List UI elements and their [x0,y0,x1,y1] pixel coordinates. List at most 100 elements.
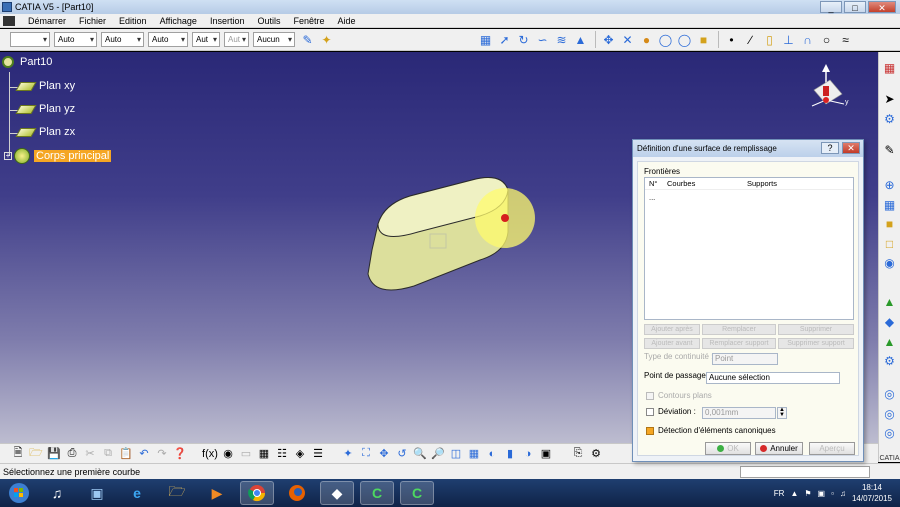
menu-fichier[interactable]: Fichier [79,16,106,26]
rib-icon[interactable]: ◆ [882,314,898,330]
pocket-icon[interactable]: □ [882,236,898,252]
document-icon[interactable] [3,15,15,26]
revolve-icon[interactable]: ↻ [515,31,532,48]
expand-toggle[interactable]: + [4,152,12,160]
hide-show-icon[interactable]: ▮ [502,446,518,462]
pad-icon[interactable]: ■ [882,216,898,232]
sketch-icon[interactable]: ✎ [882,142,898,158]
undo-icon[interactable]: ↶ [136,446,152,462]
volume-icon[interactable]: ♫ [840,489,846,498]
cancel-button[interactable]: Annuler [755,442,803,455]
knowledge-icon[interactable]: ◉ [220,446,236,462]
extract-icon[interactable]: ◯ [676,31,693,48]
menu-affichage[interactable]: Affichage [160,16,197,26]
offset-icon[interactable]: ≋ [553,31,570,48]
join-icon[interactable]: ✥ [600,31,617,48]
sweep-icon[interactable]: ∽ [534,31,551,48]
ruler-icon[interactable]: ▭ [238,446,254,462]
grid-icon[interactable]: ▦ [882,197,898,213]
replace-support-button[interactable]: Remplacer support [702,338,776,349]
tray-arrow-icon[interactable]: ▲ [790,489,798,498]
point-icon[interactable]: • [723,31,740,48]
replace-button[interactable]: Remplacer [702,324,776,335]
redo-icon[interactable]: ↷ [154,446,170,462]
maximize-button[interactable]: □ [844,1,866,13]
intersection-icon[interactable]: ∩ [799,31,816,48]
part-3d-shape[interactable] [360,174,540,302]
fly-icon[interactable]: ✦ [340,446,356,462]
delete-button[interactable]: Supprimer [778,324,854,335]
groove-icon[interactable]: ▲ [882,334,898,350]
network-icon[interactable]: ▫ [831,489,834,498]
tree-plane-yz[interactable]: Plan yz [15,103,75,115]
print-icon[interactable]: ⎙ [64,446,80,462]
clock[interactable]: 18:14 14/07/2015 [852,482,892,504]
menu-outils[interactable]: Outils [257,16,280,26]
add-before-button[interactable]: Ajouter avant [644,338,700,349]
axis-icon[interactable]: ⊕ [882,177,898,193]
pan-icon[interactable]: ✥ [376,446,392,462]
projection-icon[interactable]: ⊥ [780,31,797,48]
normal-view-icon[interactable]: ◫ [448,446,464,462]
tree-root[interactable]: Part10 [2,56,52,68]
monitor-icon[interactable]: ▣ [818,489,826,498]
command-input[interactable] [740,466,870,478]
snapshot-icon[interactable]: ⎘ [570,446,586,462]
media-app-icon[interactable]: ♫ [40,481,74,505]
workbench-icon[interactable]: ▦ [882,60,898,76]
sketcher-icon[interactable]: ▦ [477,31,494,48]
chrome-icon[interactable] [240,481,274,505]
tools-icon[interactable]: ⚙ [882,111,898,127]
whats-this-icon[interactable]: ❓ [172,446,188,462]
ok-button[interactable]: OK [705,442,751,455]
save-icon[interactable]: 💾 [46,446,62,462]
internet-explorer-icon[interactable]: e [120,481,154,505]
deviation-spinner[interactable]: ▲ ▼ [777,407,787,419]
flag-icon[interactable]: ⚑ [804,489,811,498]
close-button[interactable]: ✕ [868,1,896,13]
menu-insertion[interactable]: Insertion [210,16,245,26]
layer-combo-disabled[interactable]: Aut [224,32,249,47]
draft-icon[interactable]: ◎ [882,426,898,442]
formula-icon[interactable]: f(x) [202,446,218,462]
table-icon[interactable]: ▦ [256,446,272,462]
stiffener-icon[interactable]: ⚙ [882,353,898,369]
delete-support-button[interactable]: Supprimer support [778,338,854,349]
line-icon[interactable]: ∕ [742,31,759,48]
views-icon[interactable]: ▦ [466,446,482,462]
transparency-combo[interactable]: Auto [54,32,97,47]
compass-icon[interactable]: y [806,60,850,118]
passage-point-field[interactable]: Aucune sélection [706,372,840,384]
extrude-icon[interactable]: ➚ [496,31,513,48]
options-icon[interactable]: ⚙ [588,446,604,462]
color-combo[interactable] [10,32,50,47]
boundary-icon[interactable]: ◯ [657,31,674,48]
split-icon[interactable]: ✕ [619,31,636,48]
spline-icon[interactable]: ≈ [837,31,854,48]
tree-icon[interactable]: ☷ [274,446,290,462]
circle-icon[interactable]: ○ [818,31,835,48]
menu-fenetre[interactable]: Fenêtre [293,16,324,26]
continuity-select[interactable]: Point [712,353,778,365]
contour-checkbox[interactable] [646,392,654,400]
deviation-field[interactable]: 0,001mm [702,407,776,419]
camtasia-icon-1[interactable]: C [360,481,394,505]
camtasia-icon-2[interactable]: C [400,481,434,505]
media-player-icon[interactable]: ▶ [200,481,234,505]
menu-aide[interactable]: Aide [338,16,356,26]
fit-all-icon[interactable]: ⛶ [358,446,374,462]
measure-icon[interactable]: ◎ [882,406,898,422]
zoom-in-icon[interactable]: 🔍 [412,446,428,462]
menu-edition[interactable]: Edition [119,16,147,26]
line-type-combo[interactable]: Auto [148,32,188,47]
paint-brush-icon[interactable]: ✎ [299,31,316,48]
cut-icon[interactable]: ✂ [82,446,98,462]
firefox-icon[interactable] [280,481,314,505]
language-indicator[interactable]: FR [774,489,785,498]
plane-icon[interactable]: ▯ [761,31,778,48]
trim-icon[interactable]: ● [638,31,655,48]
paste-icon[interactable]: 📋 [118,446,134,462]
dialog-close-button[interactable]: ✕ [842,142,860,154]
menu-demarrer[interactable]: Démarrer [28,16,66,26]
boundaries-table[interactable]: N° Courbes Supports ... [644,177,854,320]
